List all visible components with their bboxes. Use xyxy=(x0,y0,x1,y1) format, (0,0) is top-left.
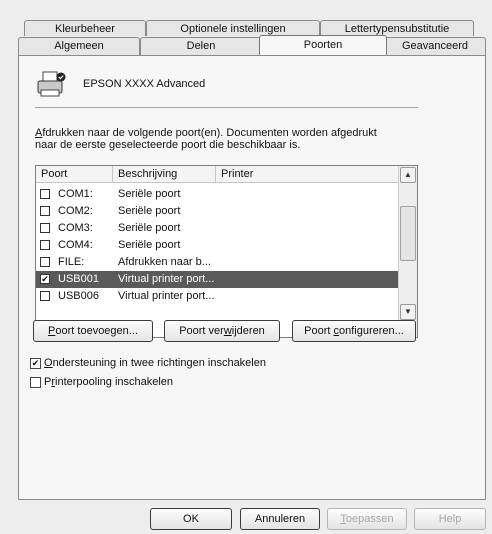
port-checkbox[interactable] xyxy=(40,189,50,199)
ok-button[interactable]: OK xyxy=(150,508,232,530)
port-name: USB001 xyxy=(58,273,99,285)
port-name: USB006 xyxy=(58,290,99,302)
port-list[interactable]: Poort Beschrijving Printer COM1: Seriële… xyxy=(35,165,418,338)
port-row-usb001[interactable]: ✔ USB001 Virtual printer port... xyxy=(36,271,399,288)
port-description: Virtual printer port... xyxy=(118,273,215,285)
port-list-scrollbar[interactable]: ▲ ▼ xyxy=(398,166,417,337)
help-button[interactable]: Help xyxy=(414,508,486,530)
port-row-com2[interactable]: COM2: Seriële poort xyxy=(36,203,399,220)
port-checkbox[interactable] xyxy=(40,206,50,216)
port-row-com1[interactable]: COM1: Seriële poort xyxy=(36,186,399,203)
chevron-up-icon[interactable]: ▲ xyxy=(400,167,416,183)
port-name: COM4: xyxy=(58,239,93,251)
tab-delen[interactable]: Delen xyxy=(140,37,262,55)
port-description: Seriële poort xyxy=(118,188,181,200)
port-row-file[interactable]: FILE: Afdrukken naar b... xyxy=(36,254,399,271)
tab-optionele-instellingen[interactable]: Optionele instellingen xyxy=(146,20,320,36)
port-row-usb006[interactable]: USB006 Virtual printer port... xyxy=(36,288,399,305)
scrollbar-thumb[interactable] xyxy=(400,206,416,261)
tab-poorten[interactable]: Poorten xyxy=(259,35,387,55)
column-header-printer[interactable]: Printer xyxy=(216,166,399,183)
tab-algemeen[interactable]: Algemeen xyxy=(18,37,140,55)
column-header-beschrijving[interactable]: Beschrijving xyxy=(113,166,216,183)
chevron-down-icon[interactable]: ▼ xyxy=(400,304,416,320)
port-checkbox[interactable] xyxy=(40,291,50,301)
port-checkbox[interactable] xyxy=(40,240,50,250)
cancel-button[interactable]: Annuleren xyxy=(240,508,320,530)
checkmark-icon: ✔ xyxy=(41,274,49,284)
port-description: Seriële poort xyxy=(118,222,181,234)
apply-button[interactable]: Toepassen xyxy=(327,508,407,530)
add-port-button[interactable]: Poort toevoegen... xyxy=(33,320,153,342)
tab-geavanceerd[interactable]: Geavanceerd xyxy=(384,37,486,55)
port-name: COM1: xyxy=(58,188,93,200)
column-header-poort[interactable]: Poort xyxy=(36,166,113,183)
port-description: Seriële poort xyxy=(118,239,181,251)
port-checkbox-checked[interactable]: ✔ xyxy=(40,274,50,284)
port-description: Seriële poort xyxy=(118,205,181,217)
port-name: COM3: xyxy=(58,222,93,234)
port-description: Afdrukken naar b... xyxy=(118,256,211,268)
tab-lettertypensubstitutie[interactable]: Lettertypensubstitutie xyxy=(320,20,474,36)
port-name: FILE: xyxy=(58,256,85,268)
printer-icon xyxy=(35,70,69,100)
port-description: Virtual printer port... xyxy=(118,290,215,302)
remove-port-button[interactable]: Poort verwijderen xyxy=(164,320,280,342)
port-name: COM2: xyxy=(58,205,93,217)
checkmark-icon: ✔ xyxy=(31,358,40,368)
port-checkbox[interactable] xyxy=(40,223,50,233)
tab-kleurbeheer[interactable]: Kleurbeheer xyxy=(24,20,146,36)
printer-pooling-checkbox[interactable] xyxy=(30,377,41,388)
configure-port-button[interactable]: Poort configureren... xyxy=(292,320,416,342)
header-divider xyxy=(35,107,418,108)
port-row-com4[interactable]: COM4: Seriële poort xyxy=(36,237,399,254)
ports-description: Afdrukken naar de volgende poort(en). Do… xyxy=(35,127,377,151)
printer-name: EPSON XXXX Advanced xyxy=(83,78,206,90)
port-checkbox[interactable] xyxy=(40,257,50,267)
port-row-com3[interactable]: COM3: Seriële poort xyxy=(36,220,399,237)
bidirectional-checkbox[interactable]: ✔ xyxy=(30,358,41,369)
